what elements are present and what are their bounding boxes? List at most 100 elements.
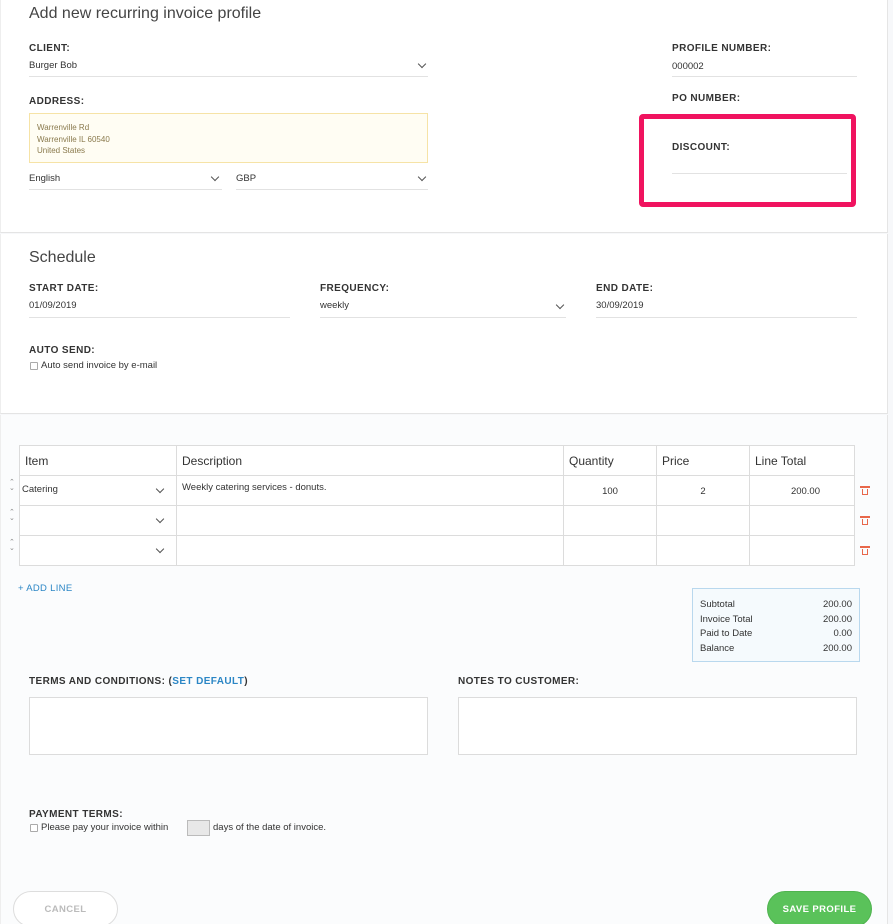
currency-value: GBP — [236, 173, 257, 184]
chevron-down-icon — [555, 300, 565, 310]
po-number-label: PO NUMBER: — [672, 93, 741, 104]
balance-value: 200.00 — [822, 642, 852, 654]
profile-number-underline — [672, 76, 857, 77]
paid-to-date-row: Paid to Date 0.00 — [700, 627, 852, 642]
add-line-link[interactable]: + ADD LINE — [18, 583, 72, 594]
page-title: Add new recurring invoice profile — [29, 5, 262, 22]
frequency-underline — [320, 317, 566, 318]
payment-terms-checkbox[interactable] — [30, 824, 38, 832]
address-line-2: Warrenville IL 60540 — [37, 134, 110, 144]
item-select[interactable] — [19, 505, 177, 536]
invoice-total-value: 200.00 — [822, 613, 852, 625]
balance-row: Balance 200.00 — [700, 642, 852, 657]
reorder-arrows-icon[interactable]: ⌃ ⌄ — [9, 539, 15, 552]
description-input[interactable] — [176, 505, 564, 536]
auto-send-checkbox-label: Auto send invoice by e-mail — [41, 360, 158, 371]
payment-terms-text-after: days of the date of invoice. — [213, 822, 327, 833]
address-line-3: United States — [37, 146, 86, 155]
items-table: Item Description Quantity Price Line Tot… — [19, 445, 855, 566]
address-label: ADDRESS: — [29, 96, 85, 107]
end-date-underline — [596, 317, 857, 318]
set-default-close: ) — [244, 676, 249, 687]
subtotal-label: Subtotal — [700, 599, 735, 610]
schedule-card — [0, 234, 888, 414]
price-input[interactable] — [656, 505, 750, 536]
reorder-arrows-icon[interactable]: ⌃ ⌄ — [9, 479, 15, 492]
quantity-input[interactable] — [563, 505, 657, 536]
discount-highlight-box — [639, 114, 856, 207]
column-header-quantity: Quantity — [563, 445, 657, 476]
table-header-row: Item Description Quantity Price Line Tot… — [19, 445, 855, 476]
end-date-input[interactable]: 30/09/2019 — [596, 300, 644, 311]
balance-label: Balance — [700, 642, 735, 654]
line-total-value — [749, 535, 855, 566]
payment-days-input[interactable] — [187, 820, 210, 836]
trash-icon[interactable] — [860, 486, 870, 495]
notes-label: NOTES TO CUSTOMER: — [458, 676, 580, 687]
chevron-down-icon — [417, 59, 427, 69]
line-total-value — [749, 505, 855, 536]
language-underline — [29, 189, 222, 190]
column-header-item: Item — [19, 445, 177, 476]
chevron-down-icon — [155, 544, 165, 554]
paid-to-date-value: 0.00 — [833, 628, 853, 639]
description-input[interactable]: Weekly catering services - donuts. — [176, 475, 564, 506]
terms-label-text: TERMS AND CONDITIONS: — [29, 676, 169, 687]
chevron-down-icon — [155, 514, 165, 524]
column-header-description: Description — [176, 445, 564, 476]
terms-label: TERMS AND CONDITIONS: (SET DEFAULT) — [29, 676, 248, 687]
subtotal-value: 200.00 — [822, 599, 852, 610]
address-line-1: Warrenville Rd — [37, 123, 90, 132]
column-header-line-total: Line Total — [749, 445, 855, 476]
description-input[interactable] — [176, 535, 564, 566]
notes-textarea[interactable] — [458, 697, 857, 755]
payment-terms-text-before: Please pay your invoice within — [41, 822, 169, 833]
item-value: Catering — [22, 484, 58, 495]
currency-underline — [236, 189, 428, 190]
column-header-price: Price — [656, 445, 750, 476]
auto-send-label: AUTO SEND: — [29, 345, 96, 356]
reorder-arrows-icon[interactable]: ⌃ ⌄ — [9, 509, 15, 522]
client-value: Burger Bob — [29, 60, 78, 71]
language-value: English — [29, 173, 61, 184]
start-date-input[interactable]: 01/09/2019 — [29, 300, 77, 311]
totals-box: Subtotal 200.00 Invoice Total 200.00 Pai… — [692, 588, 860, 662]
table-row: Catering Weekly catering services - donu… — [19, 475, 855, 506]
set-default-link[interactable]: SET DEFAULT — [172, 676, 244, 687]
item-select[interactable]: Catering — [19, 475, 177, 506]
cancel-button[interactable]: CANCEL — [13, 891, 118, 924]
item-select[interactable] — [19, 535, 177, 566]
auto-send-checkbox[interactable] — [30, 362, 38, 370]
address-box[interactable]: Warrenville Rd Warrenville IL 60540 Unit… — [29, 113, 428, 163]
line-total-value: 200.00 — [749, 475, 855, 506]
price-input[interactable] — [656, 535, 750, 566]
currency-select[interactable]: GBP — [236, 170, 428, 188]
end-date-label: END DATE: — [596, 283, 654, 294]
save-profile-button[interactable]: SAVE PROFILE — [767, 891, 872, 924]
client-select[interactable]: Burger Bob — [29, 58, 428, 76]
frequency-select[interactable]: weekly — [320, 297, 566, 315]
quantity-input[interactable]: 100 — [563, 475, 657, 506]
invoice-total-row: Invoice Total 200.00 — [700, 613, 852, 628]
profile-number-label: PROFILE NUMBER: — [672, 43, 772, 54]
trash-icon[interactable] — [860, 516, 870, 525]
start-date-underline — [29, 317, 290, 318]
language-select[interactable]: English — [29, 170, 222, 188]
schedule-title: Schedule — [29, 249, 96, 266]
frequency-value: weekly — [320, 300, 350, 311]
price-input[interactable]: 2 — [656, 475, 750, 506]
subtotal-row: Subtotal 200.00 — [700, 598, 852, 613]
quantity-input[interactable] — [563, 535, 657, 566]
paid-to-date-label: Paid to Date — [700, 628, 753, 639]
frequency-label: FREQUENCY: — [320, 283, 390, 294]
client-label: CLIENT: — [29, 43, 71, 54]
chevron-down-icon — [210, 172, 220, 182]
table-row — [19, 535, 855, 566]
invoice-total-label: Invoice Total — [700, 613, 753, 625]
chevron-down-icon — [155, 484, 165, 494]
client-underline — [29, 76, 428, 77]
profile-number-input[interactable]: 000002 — [672, 61, 704, 72]
terms-textarea[interactable] — [29, 697, 428, 755]
trash-icon[interactable] — [860, 546, 870, 555]
start-date-label: START DATE: — [29, 283, 99, 294]
